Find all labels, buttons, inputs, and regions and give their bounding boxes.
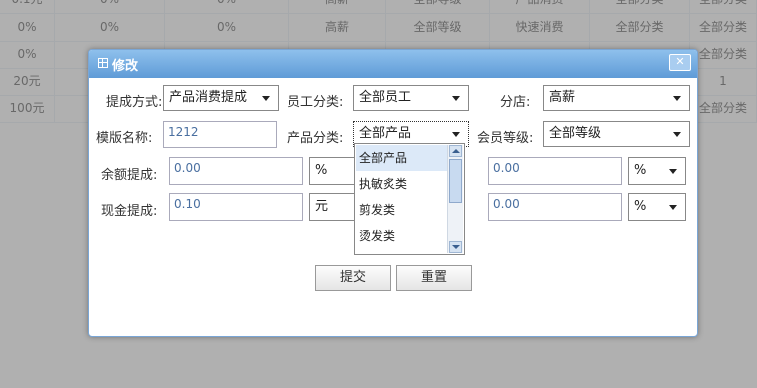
product-category-value: 全部产品 — [359, 126, 412, 141]
cash-commission-input[interactable]: 0.10 — [169, 193, 303, 221]
balance-unit-value: % — [315, 163, 328, 178]
dropdown-option[interactable]: 剪发类 — [356, 197, 452, 223]
expand-icon — [98, 58, 108, 68]
cash-unit-value: 元 — [315, 199, 329, 214]
chevron-down-icon — [669, 205, 677, 210]
dropdown-option[interactable]: 执敏炙类 — [356, 171, 452, 197]
member-level-label: 会员等级: — [477, 131, 534, 146]
cash-unit-select[interactable]: 元 — [309, 193, 359, 221]
dropdown-option[interactable]: 全部产品 — [356, 145, 452, 171]
employee-category-value: 全部员工 — [359, 90, 412, 105]
balance-commission-right-input[interactable]: 0.00 — [488, 157, 622, 185]
scroll-up-icon[interactable] — [449, 145, 462, 157]
chevron-down-icon — [673, 96, 681, 101]
cash-right-unit-select[interactable]: % — [628, 193, 686, 221]
cash-right-unit-value: % — [634, 199, 647, 214]
cash-commission-right-input[interactable]: 0.00 — [488, 193, 622, 221]
submit-button[interactable]: 提交 — [315, 265, 391, 291]
chevron-down-icon — [669, 169, 677, 174]
scroll-down-icon[interactable] — [449, 241, 462, 253]
dropdown-scrollbar[interactable] — [447, 145, 463, 253]
employee-category-select[interactable]: 全部员工 — [353, 85, 469, 111]
dialog-titlebar[interactable]: 修改 ✕ — [89, 50, 697, 78]
template-name-label: 模版名称: — [96, 131, 153, 146]
template-name-input[interactable]: 1212 — [163, 121, 277, 148]
branch-value: 高薪 — [549, 90, 576, 105]
product-category-label: 产品分类: — [287, 131, 344, 146]
chevron-down-icon — [673, 132, 681, 137]
chevron-down-icon — [452, 132, 460, 137]
branch-label: 分店: — [500, 95, 531, 110]
scroll-thumb[interactable] — [449, 159, 462, 203]
commission-method-value: 产品消费提成 — [169, 90, 248, 105]
close-button[interactable]: ✕ — [669, 54, 691, 71]
balance-unit-select[interactable]: % — [309, 157, 359, 185]
dialog-title: 修改 — [112, 59, 139, 74]
branch-select[interactable]: 高薪 — [543, 85, 690, 111]
cash-commission-label: 现金提成: — [101, 204, 158, 219]
member-level-select[interactable]: 全部等级 — [543, 121, 690, 147]
commission-method-label: 提成方式: — [106, 95, 163, 110]
balance-right-unit-select[interactable]: % — [628, 157, 686, 185]
balance-right-unit-value: % — [634, 163, 647, 178]
dropdown-option[interactable]: 烫发类 — [356, 223, 452, 249]
member-level-value: 全部等级 — [549, 126, 602, 141]
reset-button[interactable]: 重置 — [396, 265, 472, 291]
product-category-dropdown: 全部产品 执敏炙类 剪发类 烫发类 — [354, 143, 465, 255]
edit-dialog: 修改 ✕ 提成方式: 产品消费提成 员工分类: 全部员工 分店: 高薪 模版名称… — [88, 49, 698, 337]
employee-category-label: 员工分类: — [287, 95, 344, 110]
commission-method-select[interactable]: 产品消费提成 — [163, 85, 279, 111]
balance-commission-input[interactable]: 0.00 — [169, 157, 303, 185]
balance-commission-label: 余额提成: — [101, 168, 158, 183]
chevron-down-icon — [452, 96, 460, 101]
chevron-down-icon — [262, 96, 270, 101]
